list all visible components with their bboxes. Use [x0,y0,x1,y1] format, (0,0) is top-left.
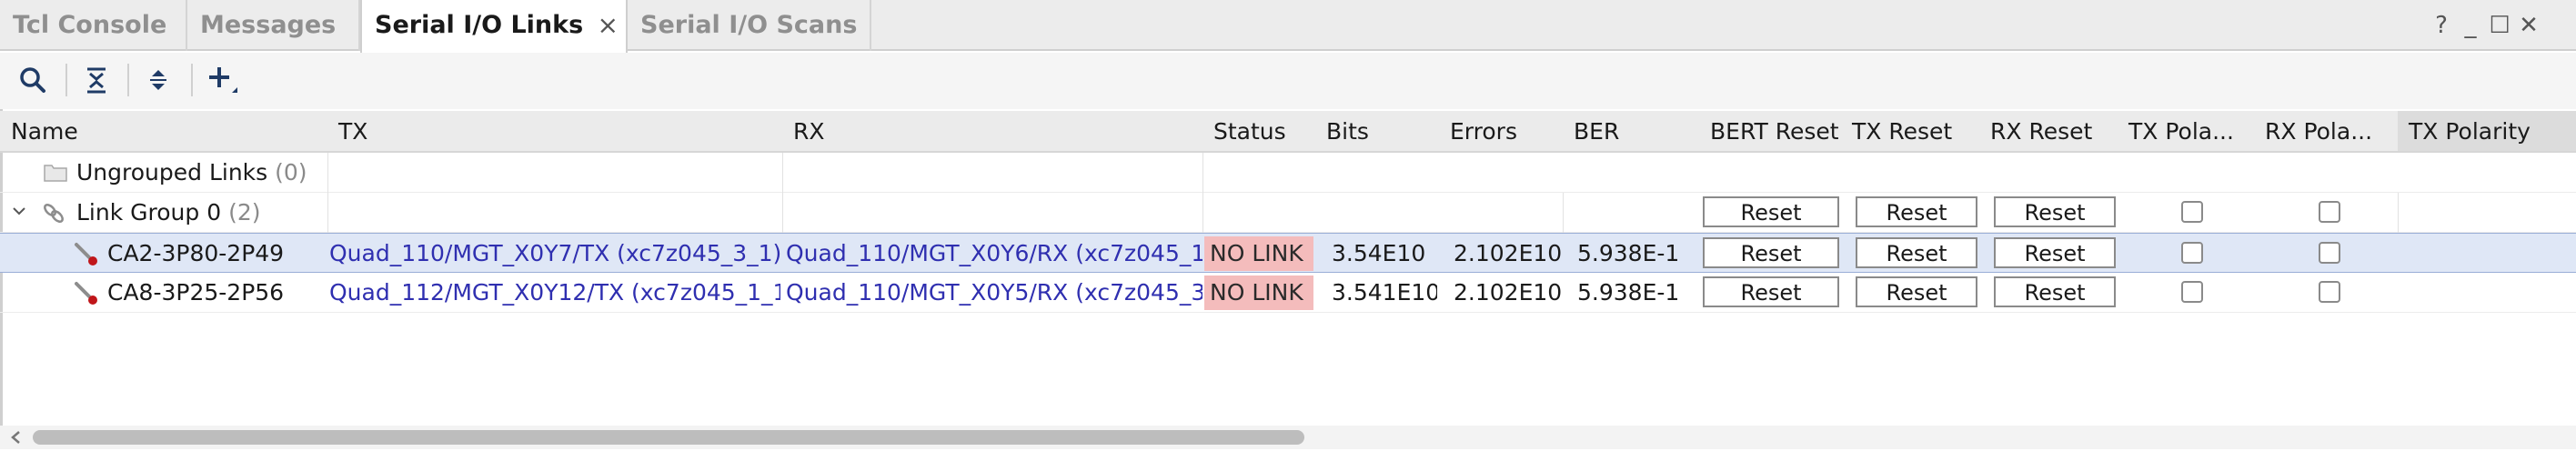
horizontal-scroll-thumb[interactable] [33,430,1304,445]
link-group-icon [42,201,65,228]
tab-label: Messages [200,11,337,39]
tab-bar: Tcl Console Messages Serial I/O Links × … [0,0,2576,53]
link-row[interactable]: CA2-3P80-2P49 Quad_110/MGT_X0Y7/TX (xc7z… [0,233,2576,273]
column-divider [2398,193,2399,233]
table-header: Name TX RX Status Bits Errors BER BERT R… [0,111,2576,153]
tab-messages[interactable]: Messages [187,0,360,51]
rx-reset-button[interactable]: Reset [1994,196,2116,227]
restore-icon[interactable]: ☐ [2485,0,2514,51]
tx-reset-button[interactable]: Reset [1856,276,1977,307]
toolbar-separator [127,64,129,96]
column-header-tx[interactable]: TX [327,111,782,151]
status-badge: NO LINK [1204,236,1313,271]
link-row[interactable]: CA8-3P25-2P56 Quad_112/MGT_X0Y12/TX (xc7… [0,273,2576,313]
column-divider [782,193,783,233]
group-count: (2) [228,199,261,226]
toolbar-separator [191,64,193,96]
link-errors: 2.102E10 [1454,279,1561,306]
column-divider [1202,153,1203,193]
tx-polarity-checkbox[interactable] [2181,242,2203,264]
expand-all-icon[interactable] [138,60,178,100]
column-header-tx-reset[interactable]: TX Reset [1841,111,1979,151]
link-tx: Quad_112/MGT_X0Y12/TX (xc7z045_1_1) [329,279,780,306]
column-header-bits[interactable]: Bits [1315,111,1439,151]
rx-polarity-checkbox[interactable] [2319,201,2340,223]
help-icon[interactable]: ? [2427,0,2456,51]
status-badge: NO LINK [1204,276,1313,310]
search-icon[interactable] [13,60,53,100]
column-header-bert-reset[interactable]: BERT Reset [1699,111,1841,151]
tab-serial-io-links[interactable]: Serial I/O Links × [360,0,628,53]
toolbar-separator [65,64,67,96]
group-name-cell: Link Group 0 (2) [76,193,322,231]
tab-tcl-console[interactable]: Tcl Console [0,0,187,51]
tx-reset-button[interactable]: Reset [1856,196,1977,227]
link-name: CA8-3P25-2P56 [107,279,285,306]
link-name: CA2-3P80-2P49 [107,240,285,266]
link-errors: 2.102E10 [1454,240,1561,266]
column-divider [327,193,328,233]
group-count: (0) [275,159,307,185]
rx-polarity-checkbox[interactable] [2319,281,2340,303]
group-name: Link Group 0 [76,199,222,226]
link-tx: Quad_110/MGT_X0Y7/TX (xc7z045_3_1) [329,240,780,266]
rx-reset-button[interactable]: Reset [1994,276,2116,307]
link-disconnected-icon [73,280,100,311]
group-name: Ungrouped Links [76,159,268,185]
tab-serial-io-scans[interactable]: Serial I/O Scans [628,0,871,51]
bert-reset-button[interactable]: Reset [1703,276,1839,307]
column-header-rx-reset[interactable]: RX Reset [1979,111,2118,151]
link-bits: 3.54E10 [1332,240,1426,266]
tx-polarity-checkbox[interactable] [2181,281,2203,303]
column-divider [327,153,328,193]
link-rx: Quad_110/MGT_X0Y5/RX (xc7z045_3) [786,279,1202,306]
add-icon[interactable] [202,60,242,100]
column-header-status[interactable]: Status [1202,111,1315,151]
column-header-tx-polarity[interactable]: TX Polarity [2398,111,2576,151]
link-bits: 3.541E10 [1332,279,1437,306]
close-tab-icon[interactable]: × [598,0,619,51]
column-header-name[interactable]: Name [0,111,327,151]
collapse-all-icon[interactable] [76,60,116,100]
folder-icon [44,162,67,185]
group-row-link-group-0[interactable]: Link Group 0 (2) Reset Reset Reset [0,193,2576,233]
chevron-down-icon[interactable] [11,203,27,223]
column-divider [1563,193,1564,233]
close-icon[interactable]: ✕ [2514,0,2543,51]
column-divider [782,153,783,193]
bert-reset-button[interactable]: Reset [1703,237,1839,268]
group-row-ungrouped[interactable]: Ungrouped Links (0) [0,153,2576,193]
link-disconnected-icon [73,241,100,272]
column-divider [1202,193,1203,233]
toolbar [0,53,2576,109]
rx-polarity-checkbox[interactable] [2319,242,2340,264]
tab-label: Serial I/O Scans [640,11,858,39]
group-name-cell: Ungrouped Links (0) [76,153,322,191]
bert-reset-button[interactable]: Reset [1703,196,1839,227]
column-header-tx-polarity-short[interactable]: TX Pola... [2118,111,2254,151]
column-header-rx-polarity-short[interactable]: RX Pola... [2254,111,2398,151]
column-header-errors[interactable]: Errors [1439,111,1563,151]
link-rx: Quad_110/MGT_X0Y6/RX (xc7z045_1) [786,240,1202,266]
column-header-ber[interactable]: BER [1563,111,1699,151]
link-ber: 5.938E-1 [1577,240,1680,266]
horizontal-scrollbar[interactable] [0,426,2576,449]
minimize-icon[interactable]: _ [2456,0,2485,51]
tx-polarity-checkbox[interactable] [2181,201,2203,223]
link-ber: 5.938E-1 [1577,279,1680,306]
tab-label: Serial I/O Links [375,11,584,39]
scroll-left-icon[interactable] [7,428,25,450]
tx-reset-button[interactable]: Reset [1856,237,1977,268]
column-header-rx[interactable]: RX [782,111,1202,151]
rx-reset-button[interactable]: Reset [1994,237,2116,268]
tab-label: Tcl Console [13,11,167,39]
